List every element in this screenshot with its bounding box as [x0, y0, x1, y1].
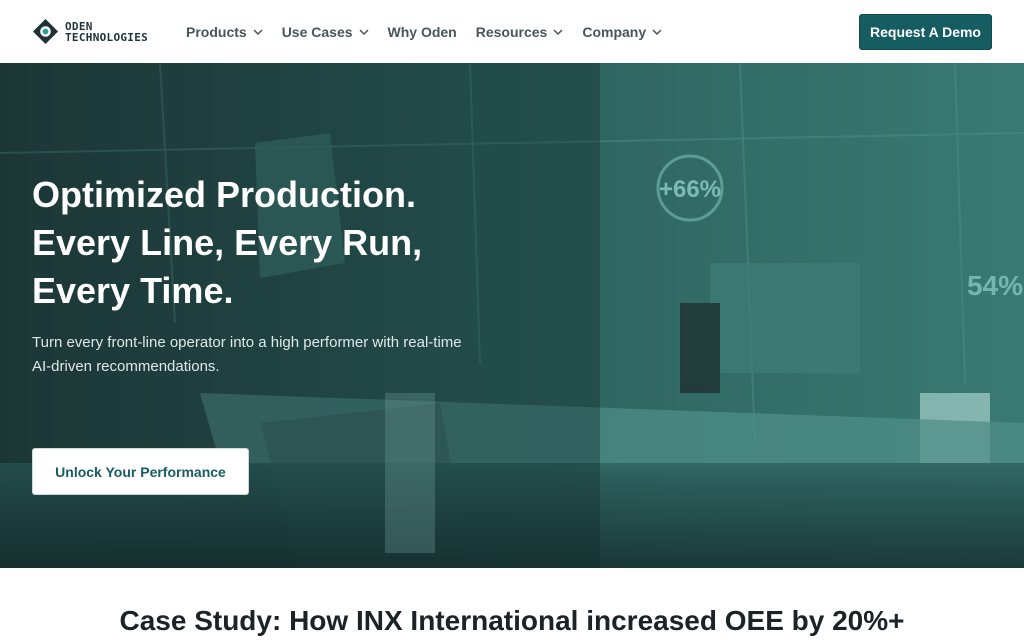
nav-label: Use Cases [281, 23, 353, 40]
hero-title-line-3: Every Time. [32, 270, 234, 311]
case-study-title: Case Study: How INX International increa… [119, 605, 905, 636]
hologram-readout-1: +66% [659, 176, 721, 203]
chevron-down-icon [253, 28, 263, 35]
logo-wordmark: ODEN TECHNOLOGIES [65, 21, 148, 43]
hero-title: Optimized Production. Every Line, Every … [32, 171, 552, 315]
chevron-down-icon [553, 28, 563, 35]
nav-resources[interactable]: Resources [476, 24, 564, 40]
oden-logo[interactable]: ODEN TECHNOLOGIES [32, 18, 148, 45]
nav-why-oden[interactable]: Why Oden [388, 24, 457, 40]
nav-label: Products [186, 23, 247, 40]
oden-diamond-eye-icon [32, 18, 59, 45]
nav-label: Why Oden [387, 23, 457, 40]
chevron-down-icon [358, 28, 369, 35]
unlock-performance-button[interactable]: Unlock Your Performance [32, 448, 249, 495]
chevron-down-icon [652, 28, 662, 35]
hero-title-line-1: Optimized Production. [32, 174, 416, 215]
site-header: ODEN TECHNOLOGIES Products Use Cases Why… [0, 0, 1024, 63]
hologram-readout-2: 54% [967, 270, 1023, 301]
nav-use-cases[interactable]: Use Cases [282, 24, 369, 40]
hero-title-line-2: Every Line, Every Run, [32, 222, 423, 263]
main-nav: Products Use Cases Why Oden Resources Co… [186, 0, 681, 63]
nav-label: Resources [475, 23, 548, 40]
logo-line-1: ODEN [65, 19, 93, 33]
nav-products[interactable]: Products [186, 24, 263, 40]
logo-line-2: TECHNOLOGIES [65, 30, 149, 44]
request-demo-button[interactable]: Request A Demo [859, 14, 992, 50]
hero-subtitle: Turn every front-line operator into a hi… [32, 334, 462, 375]
nav-company[interactable]: Company [582, 24, 662, 40]
hero-section: +66% 54% Optimized Production. Every Lin… [0, 63, 1024, 568]
nav-label: Company [582, 23, 647, 40]
